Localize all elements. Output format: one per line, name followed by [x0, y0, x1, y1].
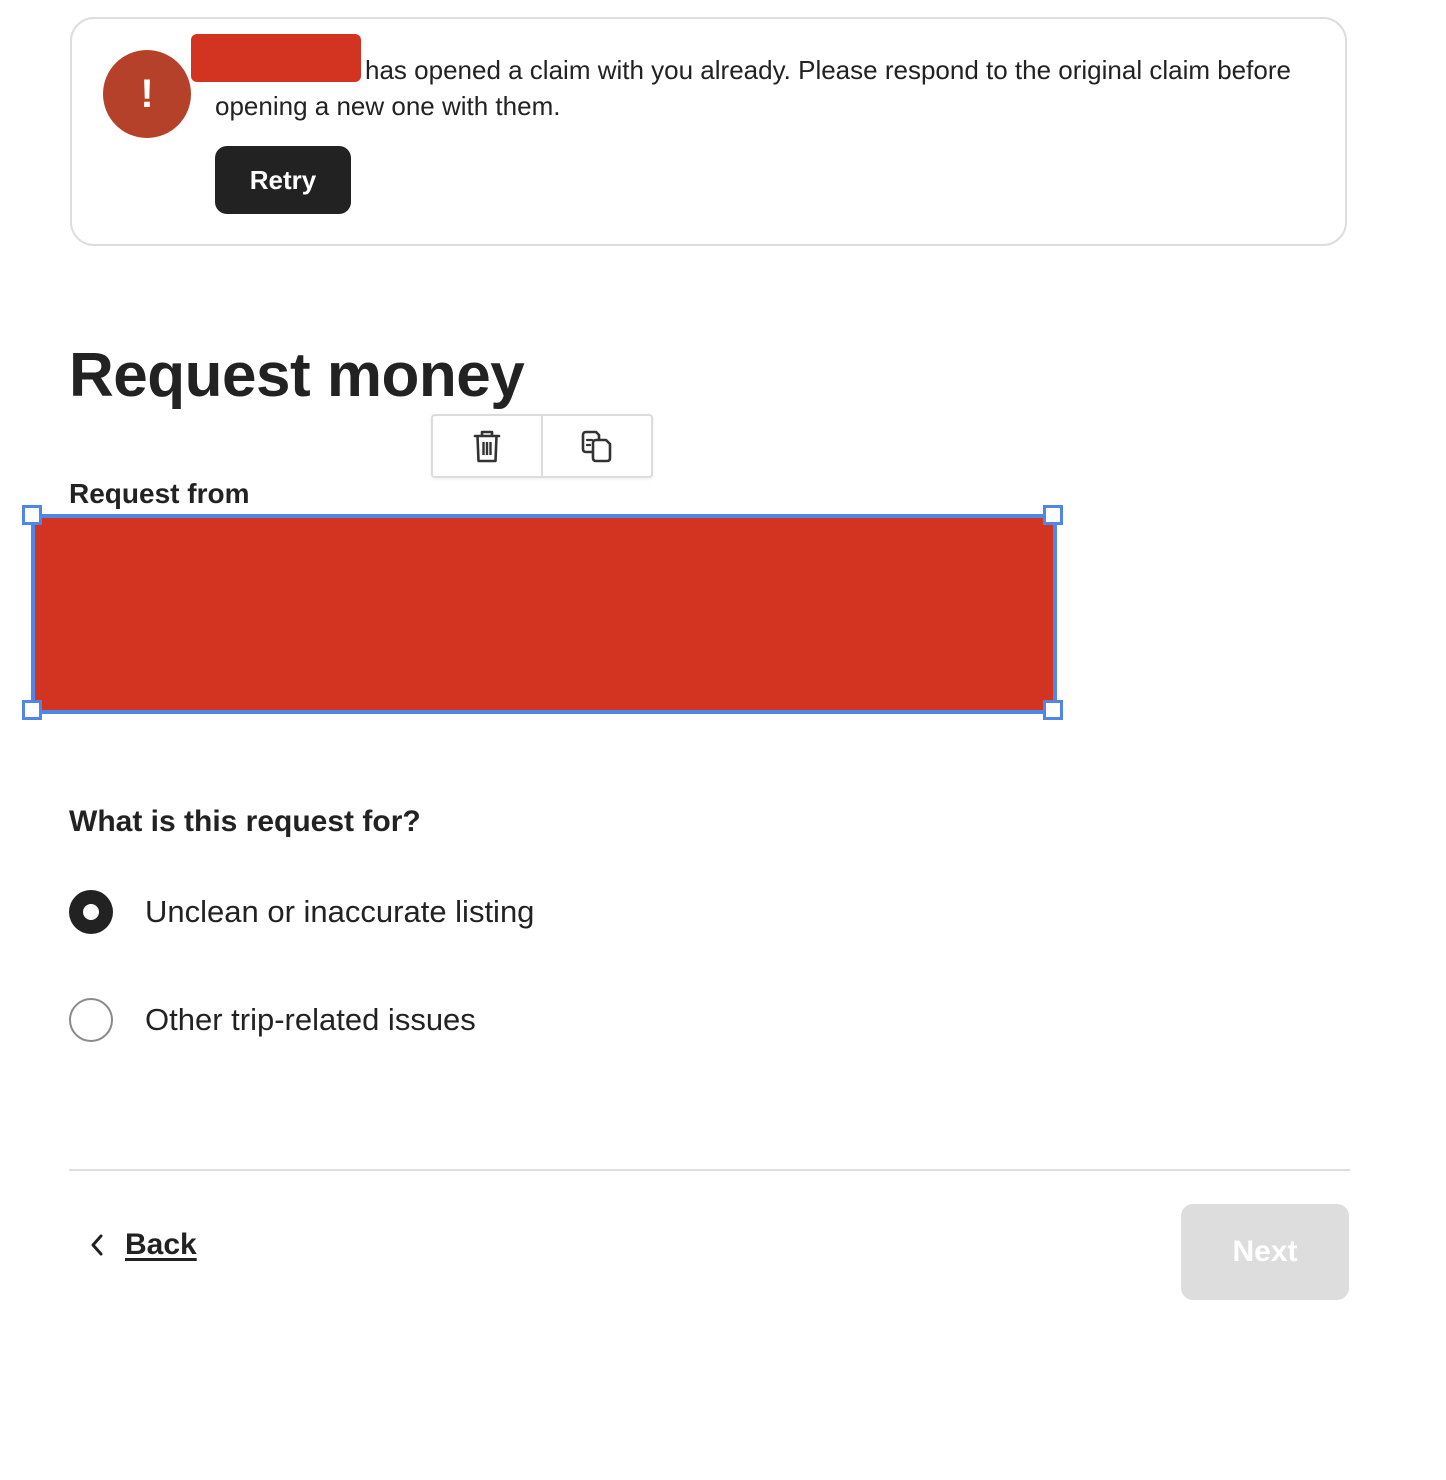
back-label: Back	[125, 1228, 197, 1261]
radio-option-label: Unclean or inaccurate listing	[145, 894, 535, 929]
radio-option-other-issues[interactable]: Other trip-related issues	[69, 997, 476, 1043]
trash-icon	[473, 430, 501, 463]
request-from-label: Request from	[69, 478, 250, 509]
page-title: Request money	[69, 341, 525, 410]
resize-handle-bottom-right[interactable]	[1043, 700, 1063, 720]
duplicate-button[interactable]	[541, 416, 651, 476]
request-reason-question: What is this request for?	[69, 805, 421, 838]
exclamation-icon: !	[103, 50, 191, 138]
floating-edit-toolbar	[431, 414, 653, 478]
exclamation-glyph: !	[140, 72, 154, 116]
chevron-left-icon	[84, 1232, 110, 1258]
radio-option-unclean-listing[interactable]: Unclean or inaccurate listing	[69, 889, 534, 935]
radio-button-unselected[interactable]	[69, 998, 113, 1042]
duplicate-icon	[581, 430, 612, 463]
radio-option-label: Other trip-related issues	[145, 1002, 476, 1037]
retry-button[interactable]: Retry	[215, 146, 351, 214]
delete-button[interactable]	[433, 416, 541, 476]
alert-message: has opened a claim with you already. Ple…	[215, 55, 1291, 121]
radio-button-selected[interactable]	[69, 890, 113, 934]
next-button[interactable]: Next	[1181, 1204, 1349, 1300]
resize-handle-top-right[interactable]	[1043, 505, 1063, 525]
footer-divider	[69, 1169, 1350, 1171]
resize-handle-top-left[interactable]	[22, 505, 42, 525]
resize-handle-bottom-left[interactable]	[22, 700, 42, 720]
redacted-recipient-field[interactable]	[31, 514, 1057, 714]
back-link[interactable]: Back	[84, 1222, 197, 1268]
